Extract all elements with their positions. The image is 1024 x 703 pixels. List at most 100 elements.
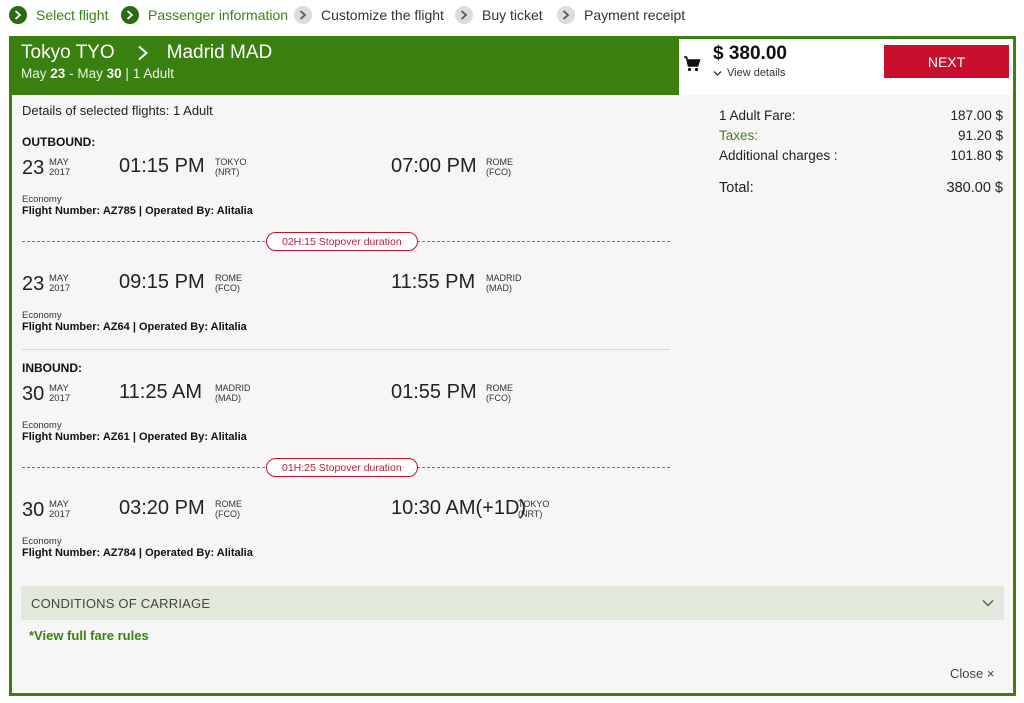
cabin-class: Economy: [22, 310, 62, 321]
passenger-count: 1 Adult: [132, 66, 174, 81]
chevron-down-icon: [713, 70, 722, 76]
fare-value: 101.80 $: [950, 148, 1003, 163]
view-details-label: View details: [727, 67, 786, 79]
stopover-duration-badge: 02H:15 Stopover duration: [266, 232, 418, 251]
segment-day: 30: [22, 499, 45, 521]
segment-month-year: MAY 2017: [49, 158, 70, 178]
flight-segment: 23 MAY 2017 01:15 PM TOKYO (NRT) 07:00 PM …: [22, 153, 672, 223]
flight-segment: 30 MAY 2017 11:25 AM MADRID (MAD) 01:55 PM…: [22, 379, 672, 449]
flight-segment: 23 MAY 2017 09:15 PM ROME (FCO) 11:55 PM M…: [22, 269, 672, 339]
departure-city: ROME: [215, 499, 242, 509]
fare-label: 1 Adult Fare:: [719, 108, 796, 123]
chevron-right-icon: [9, 6, 27, 24]
flight-segment: 30 MAY 2017 03:20 PM ROME (FCO) 10:30 AM(+…: [22, 495, 672, 565]
step-label: Passenger information: [148, 7, 289, 23]
segment-day: 30: [22, 383, 45, 405]
fare-row-additional: Additional charges : 101.80 $: [719, 148, 1003, 163]
cabin-class: Economy: [22, 536, 62, 547]
segment-year: 2017: [49, 167, 71, 178]
departure-city: ROME: [215, 273, 242, 283]
date-to-month: May: [77, 66, 103, 81]
arrival-code: (FCO): [486, 393, 511, 403]
arrival-city: MADRID: [486, 273, 522, 283]
close-button[interactable]: Close ×: [950, 666, 994, 681]
departure-airport: ROME (FCO): [215, 273, 242, 293]
total-price: $ 380.00: [713, 43, 787, 64]
view-details-toggle[interactable]: View details: [713, 67, 786, 79]
step-buy-ticket[interactable]: Buy ticket: [455, 5, 543, 25]
segment-month-year: MAY 2017: [49, 274, 70, 294]
arrival-code: (NRT): [518, 509, 543, 519]
arrival-city: TOKYO: [518, 499, 550, 509]
step-payment-receipt[interactable]: Payment receipt: [557, 5, 685, 25]
date-from-month: May: [21, 66, 47, 81]
arrival-airport: MADRID (MAD): [486, 273, 522, 293]
next-button[interactable]: NEXT: [884, 45, 1009, 78]
arrival-airport: ROME (FCO): [486, 383, 513, 403]
cabin-class: Economy: [22, 420, 62, 431]
step-customize-flight[interactable]: Customize the flight: [294, 5, 444, 25]
arrival-time: 01:55 PM: [391, 381, 477, 403]
segment-month-year: MAY 2017: [49, 384, 70, 404]
departure-time: 09:15 PM: [119, 271, 205, 293]
conditions-of-carriage-accordion[interactable]: CONDITIONS OF CARRIAGE: [21, 586, 1004, 620]
flight-summary-panel: Tokyo TYO Madrid MAD May 23 - May 30 | 1…: [9, 36, 1016, 696]
arrival-time: 07:00 PM: [391, 155, 477, 177]
chevron-right-icon: [294, 6, 312, 24]
stopover-divider: 01H:25 Stopover duration: [22, 458, 670, 477]
conditions-label: CONDITIONS OF CARRIAGE: [31, 595, 211, 611]
step-label: Buy ticket: [482, 7, 543, 23]
arrival-airport: ROME (FCO): [486, 157, 513, 177]
stopover-duration-badge: 01H:25 Stopover duration: [266, 458, 418, 477]
travel-dates: May 23 - May 30 | 1 Adult: [21, 66, 174, 81]
destination-city: Madrid MAD: [166, 42, 273, 63]
departure-airport: ROME (FCO): [215, 499, 242, 519]
step-select-flight[interactable]: Select flight: [9, 5, 108, 25]
step-label: Select flight: [36, 7, 109, 23]
segment-month-year: MAY 2017: [49, 500, 70, 520]
date-to-day: 30: [106, 66, 122, 81]
flight-number: Flight Number: AZ785 | Operated By: Alit…: [22, 205, 253, 217]
progress-steps: Select flight Passenger information Cust…: [0, 0, 1024, 30]
departure-code: (FCO): [215, 509, 240, 519]
segment-year: 2017: [49, 283, 71, 294]
outbound-label: OUTBOUND:: [22, 135, 96, 149]
route-header: Tokyo TYO Madrid MAD May 23 - May 30 | 1…: [12, 39, 679, 95]
date-from-day: 23: [50, 66, 66, 81]
fare-label: Total:: [719, 180, 754, 196]
details-title: Details of selected flights: 1 Adult: [22, 103, 213, 118]
departure-city: TOKYO: [215, 157, 247, 167]
chevron-down-icon: [982, 600, 994, 607]
arrival-time: 11:55 PM: [391, 271, 476, 293]
departure-airport: TOKYO (NRT): [215, 157, 246, 177]
departure-airport: MADRID (MAD): [215, 383, 251, 403]
origin-city: Tokyo TYO: [21, 42, 115, 63]
cart-box: $ 380.00 View details NEXT: [679, 39, 1013, 95]
segment-year: 2017: [49, 393, 71, 404]
chevron-right-icon: [121, 6, 139, 24]
stopover-divider: 02H:15 Stopover duration: [22, 232, 670, 251]
fare-row-adult: 1 Adult Fare: 187.00 $: [719, 108, 1003, 123]
fare-value: 380.00 $: [946, 180, 1003, 196]
arrival-code: (FCO): [486, 167, 511, 177]
arrival-airport: TOKYO (NRT): [518, 499, 549, 519]
departure-code: (FCO): [215, 283, 240, 293]
flight-number: Flight Number: AZ64 | Operated By: Alita…: [22, 321, 247, 333]
chevron-right-icon: [557, 6, 575, 24]
departure-city: MADRID: [215, 383, 251, 393]
shopping-cart-icon: [684, 56, 701, 72]
arrival-time: 10:30 AM(+1D): [391, 497, 527, 519]
cabin-class: Economy: [22, 194, 62, 205]
chevron-right-icon: [137, 45, 148, 61]
arrival-city: ROME: [486, 383, 513, 393]
departure-code: (NRT): [215, 167, 240, 177]
fare-label: Taxes:: [719, 128, 759, 143]
flight-number: Flight Number: AZ61 | Operated By: Alita…: [22, 431, 247, 443]
pax-separator: |: [125, 66, 129, 81]
segment-day: 23: [22, 273, 45, 295]
date-separator: -: [69, 66, 74, 81]
step-passenger-information[interactable]: Passenger information: [121, 5, 288, 25]
view-full-fare-rules-link[interactable]: *View full fare rules: [29, 628, 149, 643]
fare-row-total: Total: 380.00 $: [719, 180, 1003, 196]
chevron-right-icon: [455, 6, 473, 24]
